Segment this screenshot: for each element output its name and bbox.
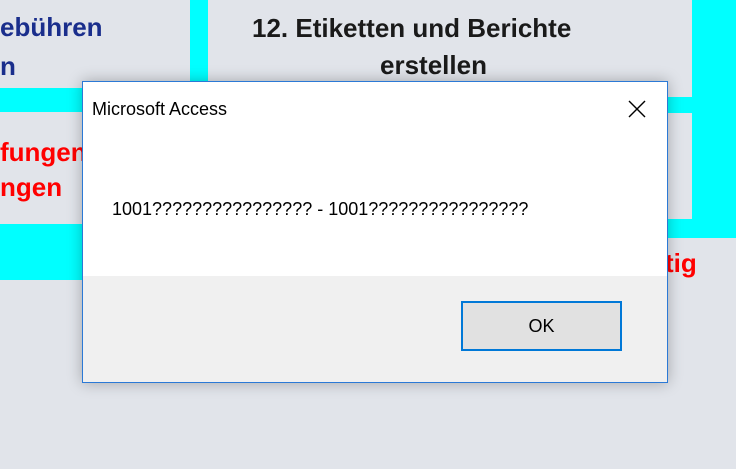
tile-left-label-line1: ebühren xyxy=(0,12,103,42)
tile-center-label-line2: erstellen xyxy=(380,50,487,80)
message-dialog: Microsoft Access 1001???????????????? - … xyxy=(82,81,668,383)
close-button[interactable] xyxy=(607,82,667,136)
dialog-title: Microsoft Access xyxy=(92,99,228,119)
ok-button[interactable]: OK xyxy=(461,301,622,351)
tile-center-label-line1: 12. Etiketten und Berichte xyxy=(252,13,572,43)
tile-right-label-fragment: tig xyxy=(665,248,697,278)
dialog-footer: OK xyxy=(83,276,667,382)
dialog-message: 1001???????????????? - 1001?????????????… xyxy=(112,199,529,219)
close-icon xyxy=(628,100,646,118)
tile-right-face[interactable] xyxy=(666,113,692,219)
tile-left-label-line2: n xyxy=(0,51,16,81)
tile-left-lower-label-line2: ngen xyxy=(0,172,63,202)
tile-left-lower-label-line1: fungen xyxy=(0,137,87,167)
